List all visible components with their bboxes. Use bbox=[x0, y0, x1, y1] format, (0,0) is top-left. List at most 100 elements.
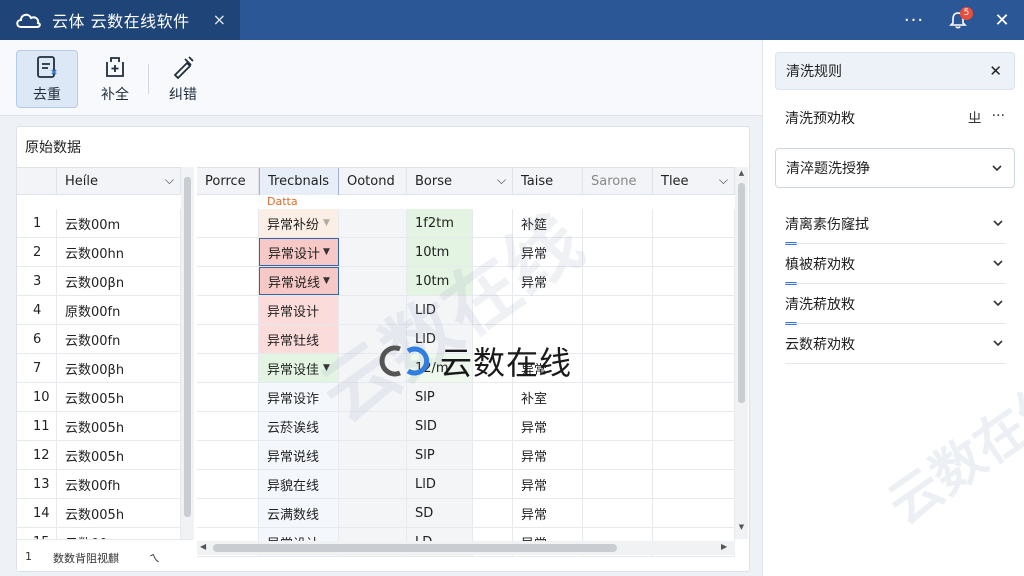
rule-item-preview[interactable]: 清洗预劝敉 ㄓ ··· bbox=[775, 98, 1015, 138]
table-cell[interactable]: 云数00βn bbox=[57, 267, 181, 295]
table-cell[interactable] bbox=[583, 325, 653, 353]
table-cell[interactable] bbox=[473, 238, 513, 266]
table-cell[interactable] bbox=[197, 209, 259, 237]
table-cell[interactable] bbox=[473, 267, 513, 295]
left-grid-scrollbar[interactable] bbox=[181, 167, 194, 539]
table-cell[interactable] bbox=[653, 470, 735, 498]
table-cell[interactable]: 云数005h bbox=[57, 499, 181, 527]
complete-button[interactable]: 补全 bbox=[84, 50, 146, 108]
table-cell[interactable] bbox=[583, 470, 653, 498]
table-cell[interactable] bbox=[653, 354, 735, 382]
table-cell[interactable] bbox=[653, 267, 735, 295]
table-cell[interactable]: SlD bbox=[407, 412, 473, 440]
table-cell[interactable] bbox=[339, 499, 407, 527]
col-header-7[interactable]: Tlee ⌵ bbox=[653, 168, 735, 195]
table-cell[interactable]: 云菸诶线 bbox=[259, 412, 339, 440]
table-cell[interactable] bbox=[339, 412, 407, 440]
col-header-5[interactable]: Taise bbox=[513, 168, 583, 195]
rule-item[interactable]: 云数菥劝敉 bbox=[775, 324, 1015, 364]
table-cell[interactable] bbox=[473, 383, 513, 411]
rule-item[interactable]: 清洗菥放敉 bbox=[775, 284, 1015, 325]
table-cell[interactable] bbox=[339, 383, 407, 411]
table-cell[interactable]: 云数00βh bbox=[57, 354, 181, 382]
table-cell[interactable]: 异常 bbox=[513, 499, 583, 527]
col-header-2[interactable]: Trecbnals bbox=[259, 168, 339, 195]
table-cell[interactable] bbox=[339, 441, 407, 469]
col-header-4[interactable]: Borse ⌵ bbox=[407, 168, 513, 195]
correct-button[interactable]: 纠错 bbox=[152, 50, 214, 108]
table-cell[interactable]: 异常 bbox=[513, 267, 583, 295]
table-cell[interactable]: 云数00hn bbox=[57, 238, 181, 266]
table-cell[interactable] bbox=[197, 412, 259, 440]
table-cell[interactable]: 异常 bbox=[513, 441, 583, 469]
table-cell[interactable] bbox=[339, 238, 407, 266]
table-cell[interactable] bbox=[473, 499, 513, 527]
table-cell[interactable]: 1f2tm bbox=[407, 209, 473, 237]
table-row[interactable]: 异常补纷 ▼ 1f2tm 补筵 bbox=[197, 209, 735, 238]
table-cell[interactable] bbox=[197, 499, 259, 527]
table-row[interactable]: 13 云数00fh bbox=[17, 470, 181, 499]
notifications-button[interactable]: 5 bbox=[936, 0, 980, 40]
window-close-button[interactable]: ✕ bbox=[980, 0, 1024, 40]
tab-close-button[interactable]: × bbox=[213, 10, 226, 29]
table-cell[interactable]: 异常说线 bbox=[259, 441, 339, 469]
table-cell[interactable]: 云数00fh bbox=[57, 470, 181, 498]
scroll-right-icon[interactable]: ▶ bbox=[721, 542, 727, 551]
close-icon[interactable]: ✕ bbox=[989, 62, 1002, 80]
right-grid-scrollbar[interactable]: ▲ ▼ bbox=[735, 167, 748, 539]
table-cell[interactable]: 异常 bbox=[513, 412, 583, 440]
table-row[interactable]: 6 云数00fn bbox=[17, 325, 181, 354]
chevron-down-icon[interactable]: ⌵ bbox=[497, 173, 506, 188]
table-cell[interactable] bbox=[339, 470, 407, 498]
table-cell[interactable] bbox=[473, 470, 513, 498]
table-cell[interactable] bbox=[197, 267, 259, 295]
footer-mark[interactable]: ㄟ bbox=[149, 550, 160, 566]
more-options-button[interactable]: ··· bbox=[892, 0, 936, 40]
app-tab[interactable]: 云体 云数在线软件 × bbox=[0, 0, 240, 40]
table-row[interactable]: 云菸诶线 SlD 异常 bbox=[197, 412, 735, 441]
table-cell[interactable]: 10tm bbox=[407, 238, 473, 266]
more-icon[interactable]: ··· bbox=[992, 108, 1005, 128]
scroll-left-icon[interactable]: ◀ bbox=[200, 542, 206, 551]
table-cell[interactable] bbox=[653, 412, 735, 440]
table-cell[interactable] bbox=[583, 267, 653, 295]
table-cell[interactable] bbox=[197, 296, 259, 324]
table-cell[interactable]: 云数005h bbox=[57, 441, 181, 469]
table-row[interactable]: 异常说线 SlP 异常 bbox=[197, 441, 735, 470]
table-cell[interactable] bbox=[339, 209, 407, 237]
table-cell[interactable]: 云数005h bbox=[57, 412, 181, 440]
table-row[interactable]: 10 云数005h bbox=[17, 383, 181, 412]
table-row[interactable]: 11 云数005h bbox=[17, 412, 181, 441]
table-cell[interactable] bbox=[583, 238, 653, 266]
table-row[interactable]: 7 云数00βh bbox=[17, 354, 181, 383]
table-cell[interactable]: 异貌在线 bbox=[259, 470, 339, 498]
table-cell[interactable] bbox=[339, 296, 407, 324]
table-cell[interactable] bbox=[339, 267, 407, 295]
dedupe-button[interactable]: 去重 bbox=[16, 50, 78, 108]
settings-icon[interactable]: ㄓ bbox=[968, 108, 982, 128]
table-row[interactable]: 3 云数00βn bbox=[17, 267, 181, 296]
table-cell[interactable]: 补筵 bbox=[513, 209, 583, 237]
table-cell[interactable] bbox=[653, 499, 735, 527]
table-cell[interactable]: 异常 bbox=[513, 238, 583, 266]
rule-item[interactable]: 槙被菥劝敉 bbox=[775, 244, 1015, 285]
table-cell[interactable] bbox=[197, 470, 259, 498]
table-cell[interactable]: 补室 bbox=[513, 383, 583, 411]
table-row[interactable]: 异常设计 ▼ 10tm 异常 bbox=[197, 238, 735, 267]
table-row[interactable]: 异常设诈 SlP 补室 bbox=[197, 383, 735, 412]
table-row[interactable]: 云满数线 SD 异常 bbox=[197, 499, 735, 528]
table-cell[interactable] bbox=[653, 383, 735, 411]
table-cell[interactable] bbox=[197, 383, 259, 411]
table-cell[interactable]: 10tm bbox=[407, 267, 473, 295]
table-cell[interactable] bbox=[653, 441, 735, 469]
table-row[interactable]: 2 云数00hn bbox=[17, 238, 181, 267]
table-cell[interactable]: 异常钍线 bbox=[259, 325, 339, 353]
rule-item[interactable]: 清离素伤窿拭 bbox=[775, 204, 1015, 245]
table-cell[interactable]: 云数00m bbox=[57, 209, 181, 237]
table-cell[interactable]: 云数00fn bbox=[57, 325, 181, 353]
table-cell[interactable] bbox=[583, 499, 653, 527]
table-row[interactable]: 异貌在线 LlD 异常 bbox=[197, 470, 735, 499]
table-cell[interactable]: 云数005h bbox=[57, 383, 181, 411]
table-cell[interactable]: 异常设计 bbox=[259, 296, 339, 324]
table-cell[interactable] bbox=[197, 325, 259, 353]
